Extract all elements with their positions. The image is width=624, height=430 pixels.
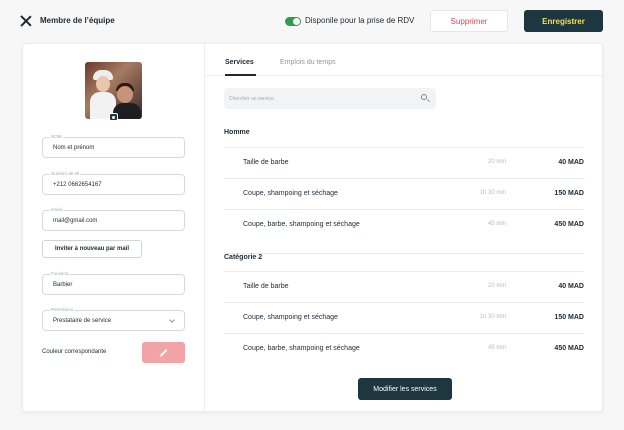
service-name: Coupe, shampoing et séchage [243,190,338,197]
service-row[interactable]: Taille de barbe 20 min 40 MAD [224,147,584,178]
position-field-label: Fonction [50,271,70,276]
service-price: 150 MAD [554,190,584,197]
group-title: Homme [224,129,250,136]
permission-select-value: Prestataire de service [53,318,112,324]
service-price: 40 MAD [558,283,584,290]
chevron-down-icon [169,317,175,323]
service-duration: 45 min [487,221,506,227]
avatar-face-1 [96,76,110,92]
page-title: Membre de l’équipe [40,16,115,25]
phone-field[interactable]: Numéro de tél +212 0662654167 [42,171,185,195]
email-field[interactable]: email mail@gmail.com [42,207,185,231]
delete-button[interactable]: Supprimer [430,10,508,32]
service-name: Coupe, barbe, shampoing et séchage [243,345,360,352]
camera-icon[interactable] [109,113,118,121]
tab-divider [205,75,604,76]
service-name: Coupe, shampoing et séchage [243,314,338,321]
group-title: Catégorie 2 [224,253,584,261]
service-duration: 1h 30 min [479,314,506,320]
service-row[interactable]: Coupe, barbe, shampoing et séchage 45 mi… [224,209,584,240]
service-name: Taille de barbe [243,159,289,166]
availability-label: Disponile pour la prise de RDV [305,16,415,25]
name-field-label: NOM [50,134,63,139]
service-name: Coupe, barbe, shampoing et séchage [243,221,360,228]
service-duration: 1h 30 min [479,190,506,196]
service-row[interactable]: Coupe, shampoing et séchage 1h 30 min 15… [224,302,584,333]
top-bar: Membre de l’équipe Disponile pour la pri… [0,0,624,44]
service-price: 450 MAD [554,221,584,228]
search-icon[interactable] [421,94,427,100]
email-field-value: mail@gmail.com [53,218,98,224]
permission-select-label: Permission [50,307,75,312]
color-label: Couleur correspondante [42,349,107,355]
service-row[interactable]: Coupe, shampoing et séchage 1h 30 min 15… [224,178,584,209]
phone-field-value: +212 0662654167 [53,182,102,188]
service-row[interactable]: Coupe, barbe, shampoing et séchage 45 mi… [224,333,584,364]
name-field[interactable]: NOM Nom et prénom [42,134,185,158]
service-name: Taille de barbe [243,283,289,290]
phone-field-label: Numéro de tél [50,171,81,176]
tab-schedule[interactable]: Emplois du temps [280,59,336,66]
service-duration: 45 min [487,345,506,351]
service-duration: 20 min [487,159,506,165]
service-price: 150 MAD [554,314,584,321]
tab-services[interactable]: Services [225,59,254,66]
close-icon[interactable] [20,15,32,27]
search-placeholder: Chercher un service [229,96,274,102]
email-field-label: email [50,207,63,212]
service-duration: 20 min [487,283,506,289]
services-panel: Services Emplois du temps Chercher un se… [205,44,604,411]
search-input[interactable]: Chercher un service [224,88,436,109]
service-row[interactable]: Taille de barbe 20 min 40 MAD [224,271,584,302]
availability-toggle[interactable] [285,17,301,26]
name-field-value: Nom et prénom [53,145,95,151]
color-picker[interactable] [142,342,185,363]
profile-panel: NOM Nom et prénom Numéro de tél +212 066… [23,44,205,411]
avatar[interactable] [85,62,142,119]
save-button[interactable]: Enregistrer [524,10,603,32]
service-price: 40 MAD [558,159,584,166]
pencil-icon [159,349,168,357]
position-field[interactable]: Fonction Barbier [42,271,185,295]
service-price: 450 MAD [554,345,584,352]
position-field-value: Barbier [53,282,73,288]
permission-select[interactable]: Permission Prestataire de service [42,307,185,331]
member-card: NOM Nom et prénom Numéro de tél +212 066… [22,43,604,412]
modify-services-button[interactable]: Modifier les services [358,378,452,400]
invite-button[interactable]: Inviter à nouveau par mail [42,240,142,258]
avatar-face-2 [117,86,133,103]
active-tab-indicator [225,74,256,76]
